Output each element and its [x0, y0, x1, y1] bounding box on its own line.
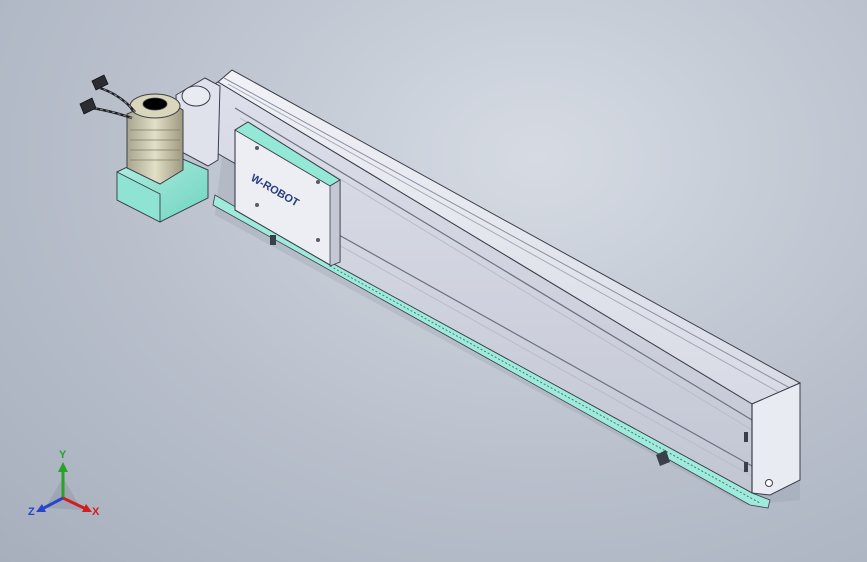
connector-plug	[79, 97, 97, 115]
y-axis-label: Y	[59, 449, 67, 461]
motor-cable	[99, 86, 136, 113]
x-axis-label: X	[92, 506, 100, 518]
carriage-bolt	[316, 180, 320, 184]
cable-stripe	[99, 87, 136, 113]
carriage-bolt	[255, 146, 259, 150]
y-axis-arrow	[58, 462, 68, 472]
linear-module-model: W-ROBOT Y X Z	[28, 69, 802, 518]
end-cap-hole	[765, 479, 773, 487]
flange-disk	[181, 85, 211, 107]
motor-cap-inner	[142, 97, 168, 111]
end-cap-screw	[744, 462, 748, 472]
rail-front-face	[207, 81, 753, 494]
coordinate-triad: Y X Z	[28, 449, 100, 518]
carriage-bolt	[316, 238, 320, 242]
carriage-side	[329, 179, 341, 267]
carriage-connector	[270, 235, 276, 245]
carriage-bolt	[255, 203, 259, 207]
connector-plug	[91, 74, 109, 91]
end-cap-screw	[744, 432, 748, 442]
cad-viewport[interactable]: W-ROBOT Y X Z	[0, 0, 867, 562]
z-axis-label: Z	[28, 506, 35, 518]
